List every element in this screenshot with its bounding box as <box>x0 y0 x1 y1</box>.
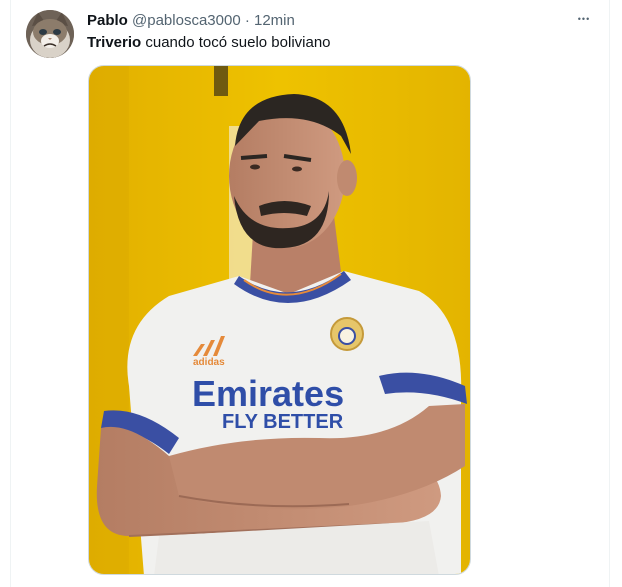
more-options-button[interactable]: ••• <box>573 9 595 29</box>
tweet-header: Pablo @pablosca3000 · 12min <box>87 11 295 30</box>
shirt-brand-text: adidas <box>193 357 225 368</box>
photo-footballer-arms-crossed-icon: adidas Emirates FLY BETTER <box>89 66 470 574</box>
tweet-media-photo[interactable]: adidas Emirates FLY BETTER <box>88 65 471 575</box>
tweet-text-bold: Triverio <box>87 34 142 51</box>
separator-dot: · <box>244 12 250 29</box>
tweet-text: Triverio cuando tocó suelo boliviano <box>87 33 331 52</box>
tweet-text-rest: cuando tocó suelo boliviano <box>141 34 331 51</box>
grumpy-cat-avatar-icon <box>26 10 74 58</box>
author-handle[interactable]: @pablosca3000 <box>132 12 241 29</box>
avatar[interactable] <box>26 10 74 58</box>
author-display-name[interactable]: Pablo <box>87 12 128 29</box>
more-dots-icon: ••• <box>577 14 591 24</box>
tweet-timestamp[interactable]: 12min <box>254 12 295 29</box>
shirt-sponsor-text: Emirates <box>192 373 344 414</box>
shirt-sponsor-subtext: FLY BETTER <box>222 411 344 433</box>
